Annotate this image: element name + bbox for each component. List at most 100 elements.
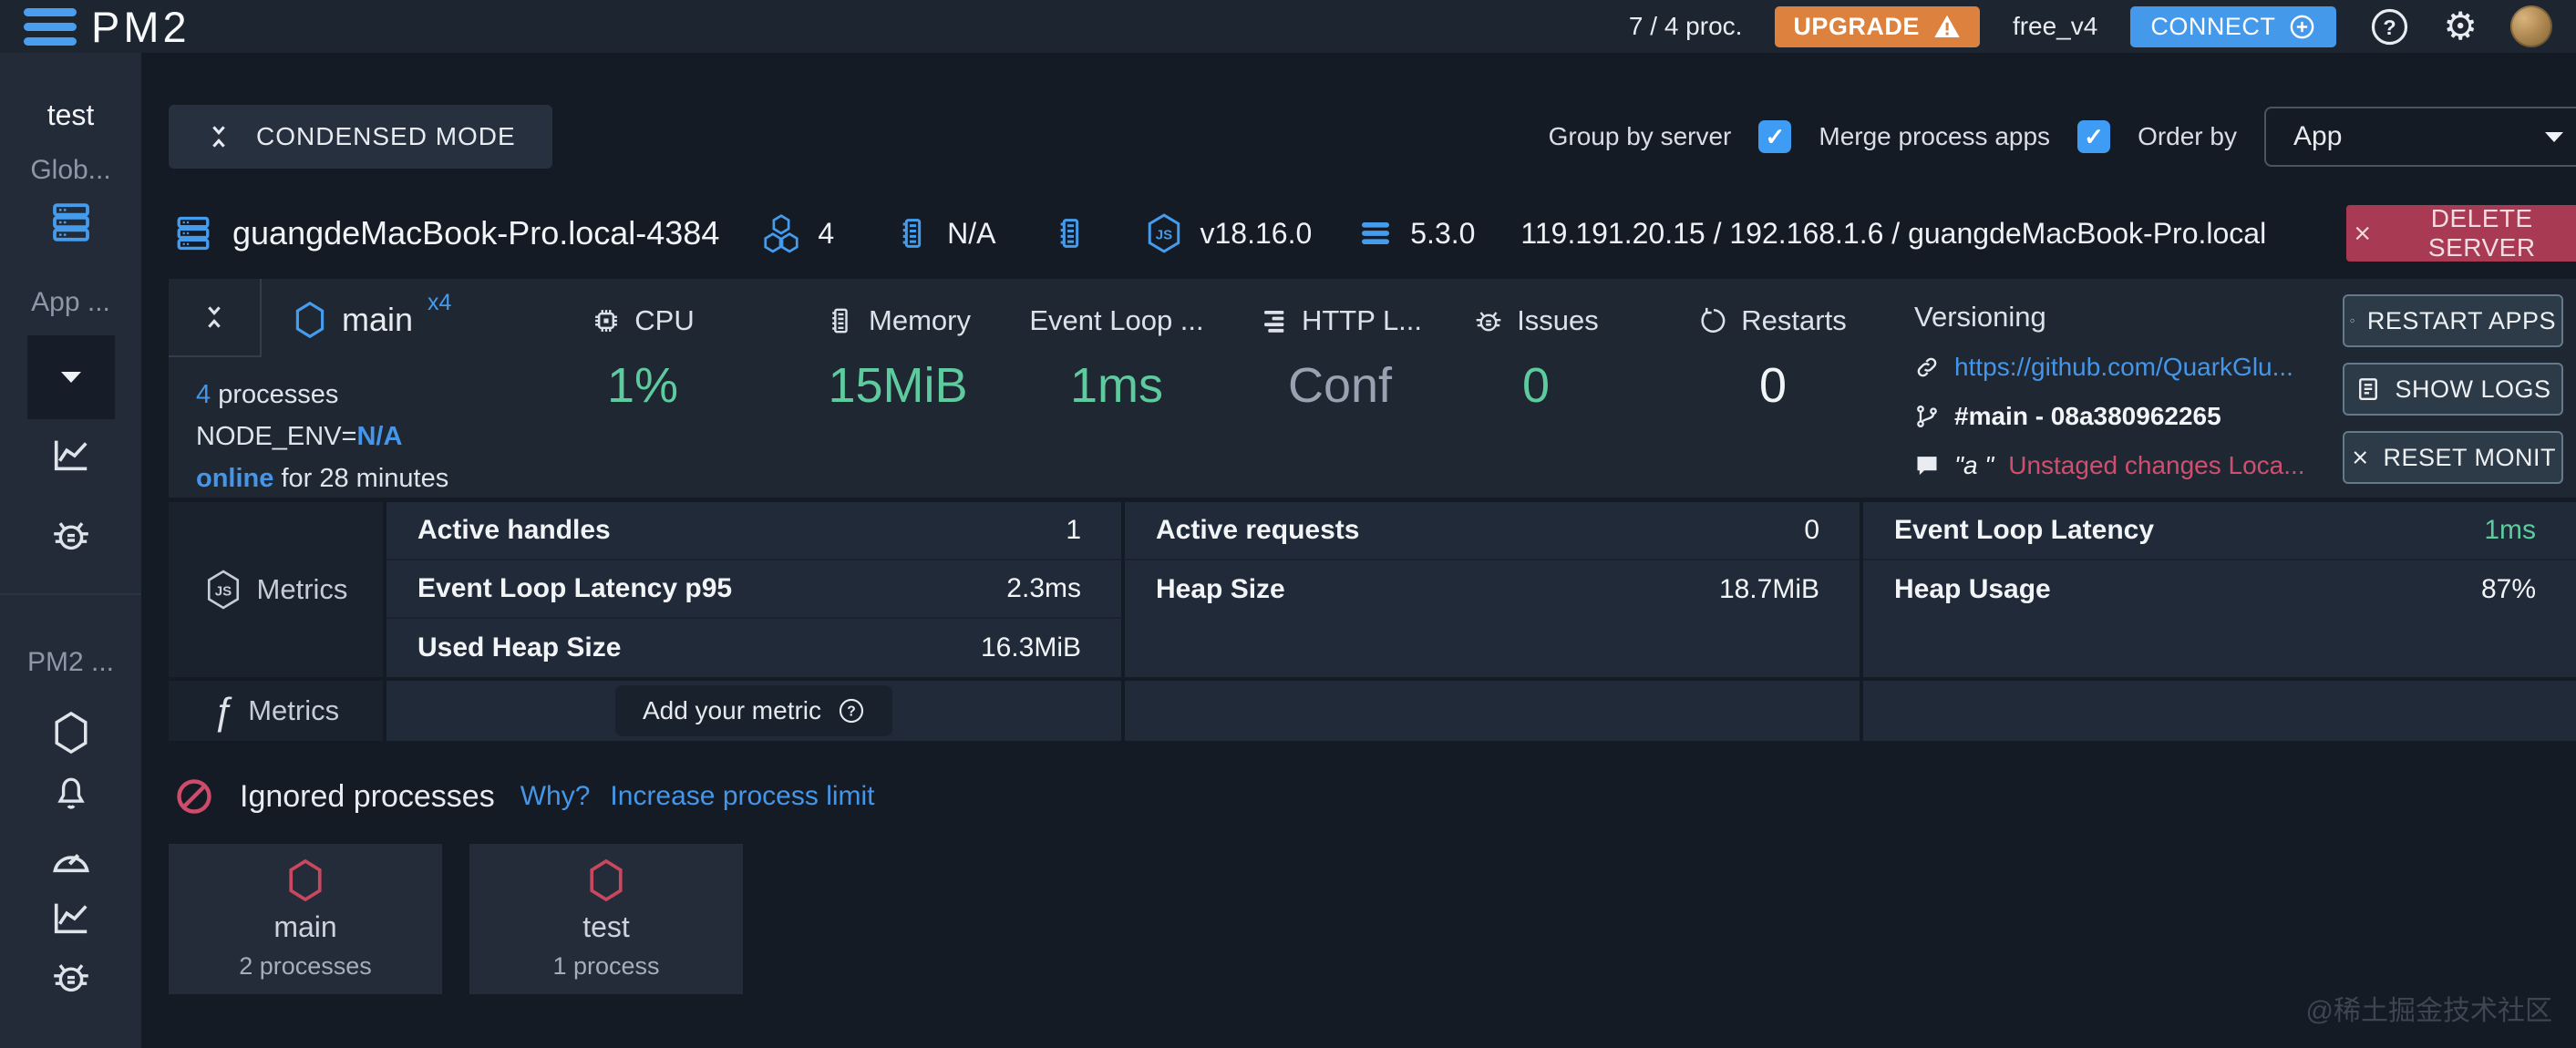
sidebar-section-pm2: PM2 ... bbox=[27, 647, 114, 678]
stat-label: HTTP L... bbox=[1302, 304, 1422, 337]
process-uptime: for 28 minutes bbox=[273, 464, 448, 493]
ignored-process-cards: main 2 processes test 1 process bbox=[169, 844, 743, 994]
hexagon-icon bbox=[586, 858, 626, 902]
compress-icon bbox=[201, 303, 228, 331]
stat-value: Conf bbox=[1226, 357, 1454, 414]
metric-name: Used Heap Size bbox=[417, 632, 621, 663]
app-metrics-chart-icon[interactable] bbox=[50, 434, 92, 476]
bucket-name[interactable]: test bbox=[47, 98, 95, 132]
connect-button[interactable]: CONNECT bbox=[2130, 6, 2336, 47]
server-name: guangdeMacBook-Pro.local-4384 bbox=[232, 214, 719, 252]
server-process-count-value: 4 bbox=[818, 217, 834, 251]
stat-value: 0 bbox=[1659, 357, 1887, 414]
collapse-process-button[interactable] bbox=[169, 279, 262, 357]
svg-text:JS: JS bbox=[214, 583, 231, 599]
stat-label: CPU bbox=[634, 304, 694, 337]
commit-author: "a " bbox=[1954, 451, 1994, 480]
avatar[interactable] bbox=[2510, 5, 2552, 47]
pm2-logo: PM2 bbox=[91, 5, 191, 48]
settings-gear-icon[interactable] bbox=[2443, 7, 2478, 46]
process-status: online bbox=[196, 464, 273, 493]
group-by-server-checkbox[interactable] bbox=[1758, 120, 1791, 153]
branch-commit: #main - 08a380962265 bbox=[1954, 402, 2221, 431]
metrics-label-text: Metrics bbox=[257, 573, 348, 606]
versioning-panel: Versioning https://github.com/QuarkGlu..… bbox=[1914, 301, 2305, 481]
memory-chip-icon bbox=[825, 305, 856, 336]
process-actions: RESTART APPS SHOW LOGS RESET MONIT bbox=[2343, 294, 2563, 484]
increase-limit-link[interactable]: Increase process limit bbox=[610, 781, 874, 812]
pm2-issues-bug-icon[interactable] bbox=[49, 955, 93, 999]
order-by-value: App bbox=[2293, 121, 2342, 152]
link-icon bbox=[1914, 354, 1940, 380]
hexagon-icon bbox=[285, 858, 325, 902]
metric-name: Event Loop Latency p95 bbox=[417, 573, 732, 604]
show-logs-button[interactable]: SHOW LOGS bbox=[2343, 363, 2563, 416]
comment-icon bbox=[1914, 453, 1940, 478]
menu-icon[interactable] bbox=[24, 8, 77, 46]
help-icon[interactable]: ? bbox=[2369, 6, 2410, 47]
show-logs-label: SHOW LOGS bbox=[2395, 375, 2550, 404]
ignored-app-count: 2 processes bbox=[239, 952, 372, 981]
sidebar-divider bbox=[0, 593, 141, 595]
bug-icon bbox=[1473, 305, 1504, 336]
servers-icon[interactable] bbox=[49, 200, 93, 244]
stat-value: 0 bbox=[1422, 357, 1650, 414]
order-by-select[interactable]: App bbox=[2264, 107, 2576, 167]
metric-row: Heap Size 18.7MiB bbox=[1125, 560, 1860, 619]
condensed-mode-button[interactable]: CONDENSED MODE bbox=[169, 105, 552, 169]
stat-value: 1% bbox=[529, 357, 757, 414]
pm2-dashboard: PM2 7 / 4 proc. UPGRADE free_v4 CONNECT bbox=[0, 0, 2576, 1048]
add-metric-button[interactable]: Add your metric ? bbox=[615, 685, 892, 736]
process-counter: 7 / 4 proc. bbox=[1629, 12, 1743, 41]
stat-memory: Memory 15MiB bbox=[784, 279, 1012, 414]
metric-value: 1ms bbox=[2484, 515, 2536, 546]
alerts-bell-icon[interactable] bbox=[52, 775, 90, 813]
branch-row: #main - 08a380962265 bbox=[1914, 401, 2305, 432]
process-name: main bbox=[342, 301, 413, 339]
metric-value: 1 bbox=[1066, 515, 1081, 546]
ignored-app-card[interactable]: test 1 process bbox=[469, 844, 743, 994]
topbar-left: PM2 bbox=[24, 5, 191, 48]
process-info: 4 processes NODE_ENV=N/A online for 28 m… bbox=[196, 374, 448, 499]
prohibit-icon bbox=[174, 776, 214, 817]
ignored-app-card[interactable]: main 2 processes bbox=[169, 844, 442, 994]
reset-monit-button[interactable]: RESET MONIT bbox=[2343, 431, 2563, 484]
compress-icon bbox=[205, 123, 232, 150]
metric-value: 0 bbox=[1804, 515, 1819, 546]
server-pm2-version-value: 5.3.0 bbox=[1410, 217, 1475, 251]
restart-icon bbox=[1699, 306, 1728, 335]
merge-apps-checkbox[interactable] bbox=[2077, 120, 2110, 153]
dashboard-gauge-icon[interactable] bbox=[50, 837, 92, 877]
restart-apps-button[interactable]: RESTART APPS bbox=[2343, 294, 2563, 347]
processes-hexagon-icon[interactable] bbox=[51, 711, 91, 755]
repo-link[interactable]: https://github.com/QuarkGlu... bbox=[1954, 353, 2293, 382]
memory-chip-icon bbox=[894, 215, 931, 252]
hexagon-icon bbox=[293, 301, 327, 339]
stat-restarts: Restarts 0 bbox=[1659, 279, 1887, 414]
help-icon: ? bbox=[838, 697, 865, 724]
metric-row: Event Loop Latency 1ms bbox=[1863, 502, 2576, 560]
metric-name: Event Loop Latency bbox=[1894, 515, 2154, 546]
metrics-column-3: Event Loop Latency 1ms Heap Usage 87% bbox=[1863, 502, 2576, 677]
restart-apps-label: RESTART APPS bbox=[2367, 307, 2556, 335]
delete-server-button[interactable]: DELETE SERVER bbox=[2346, 205, 2576, 262]
pm2-metrics-chart-icon[interactable] bbox=[50, 897, 92, 939]
connect-label: CONNECT bbox=[2150, 13, 2275, 41]
metrics-label-text: Metrics bbox=[248, 694, 339, 727]
server-memory: N/A bbox=[894, 215, 995, 252]
app-issues-bug-icon[interactable] bbox=[49, 513, 93, 557]
why-link[interactable]: Why? bbox=[520, 781, 591, 812]
repo-row: https://github.com/QuarkGlu... bbox=[1914, 352, 2305, 383]
server-addresses: 119.191.20.15 / 192.168.1.6 / guangdeMac… bbox=[1520, 215, 2373, 252]
upgrade-button[interactable]: UPGRADE bbox=[1775, 6, 1980, 47]
server-icon bbox=[174, 214, 212, 252]
close-icon bbox=[2350, 446, 2370, 469]
app-selector-dropdown[interactable] bbox=[27, 335, 115, 419]
metric-row: Used Heap Size 16.3MiB bbox=[386, 619, 1121, 677]
process-instance-badge: x4 bbox=[428, 290, 451, 316]
process-block: main x4 4 processes NODE_ENV=N/A online … bbox=[169, 279, 2576, 498]
metric-row: Event Loop Latency p95 2.3ms bbox=[386, 560, 1121, 619]
metrics-column-2: Active requests 0 Heap Size 18.7MiB bbox=[1125, 502, 1860, 677]
plan-badge: free_v4 bbox=[2013, 12, 2097, 41]
ignored-app-name: test bbox=[582, 910, 630, 944]
